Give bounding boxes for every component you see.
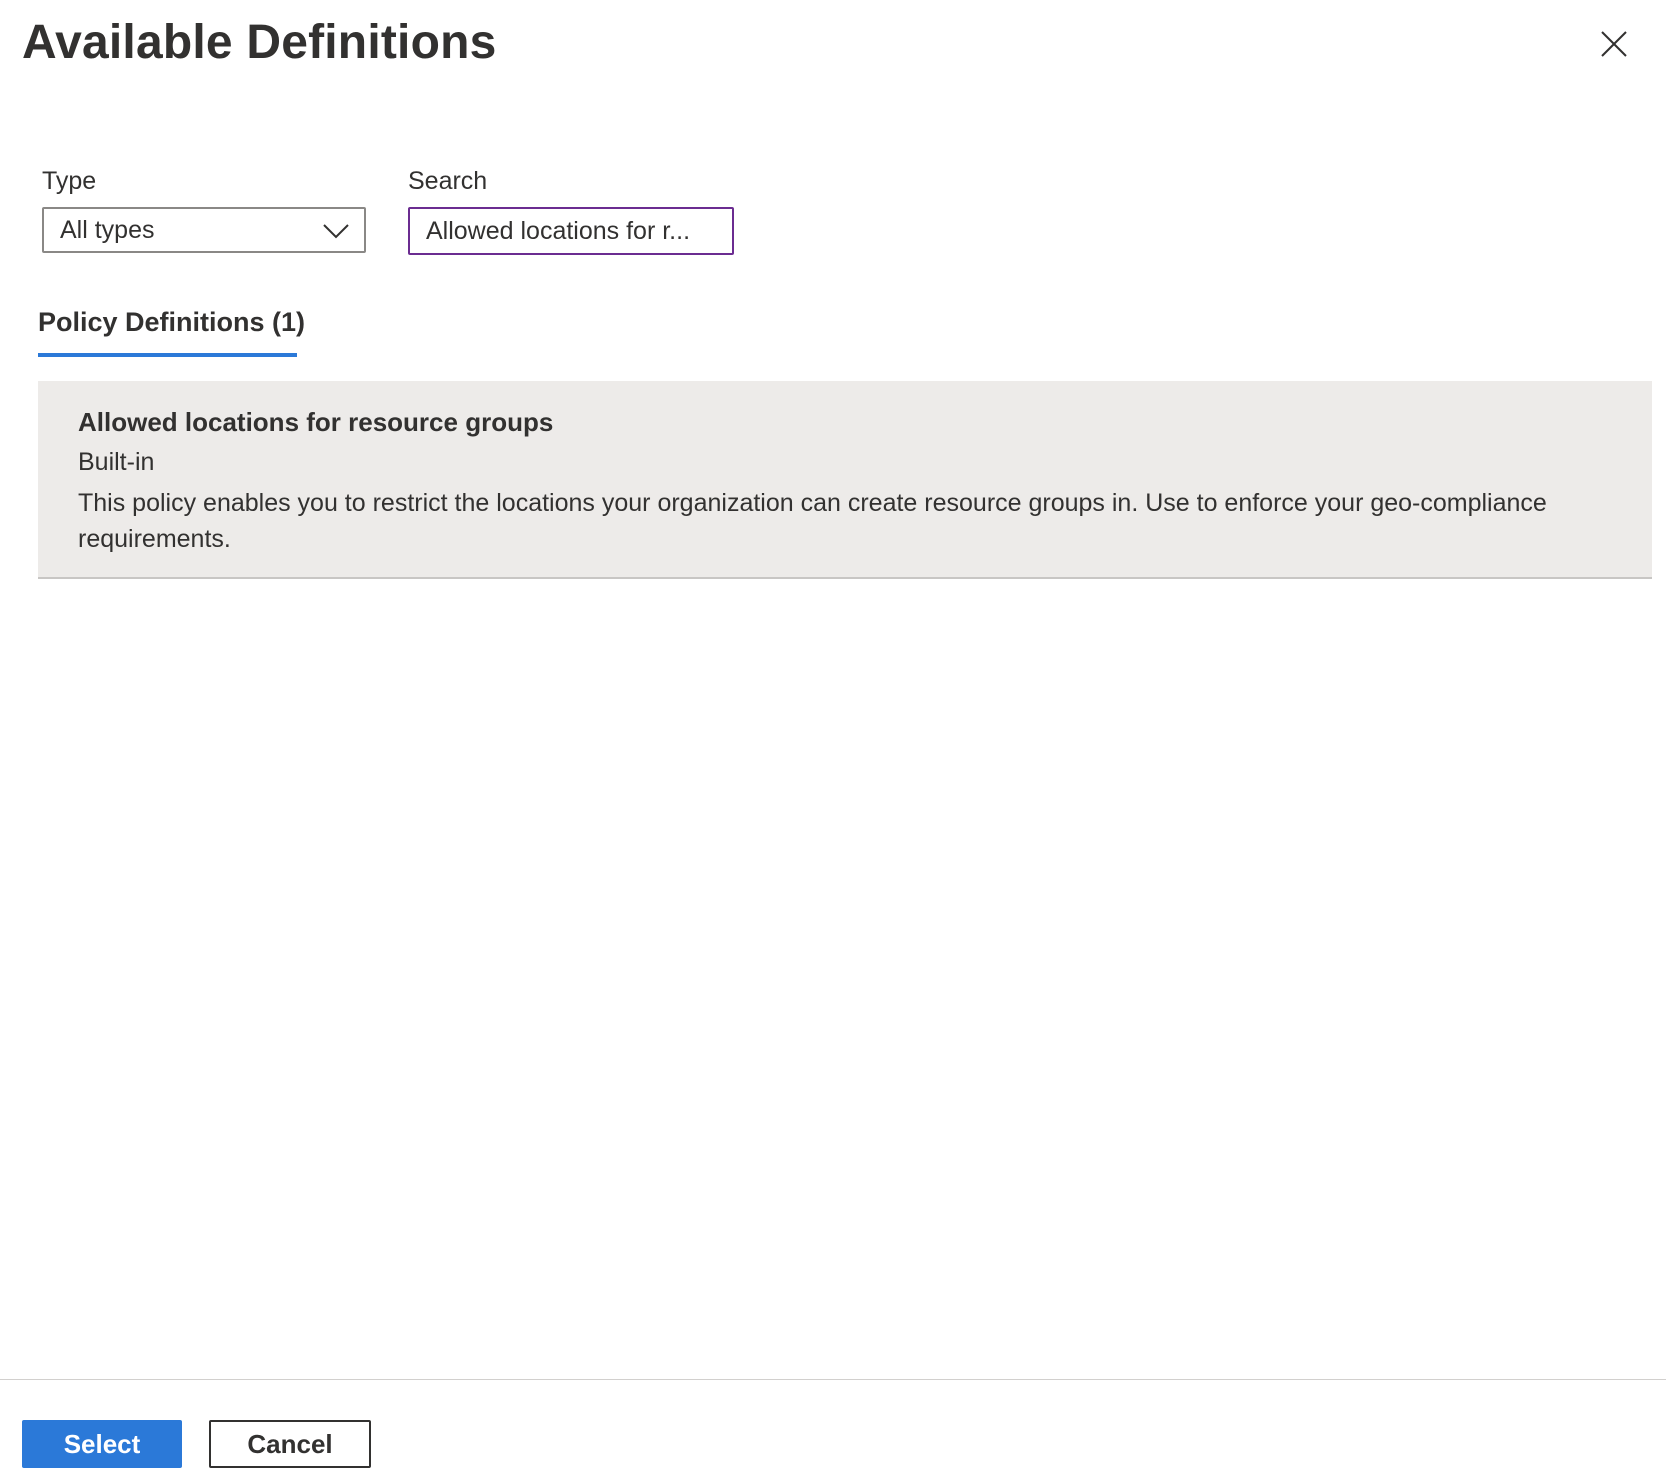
type-dropdown-value: All types bbox=[60, 215, 155, 244]
available-definitions-panel: Available Definitions Type All types Sea… bbox=[0, 0, 1666, 1480]
panel-title: Available Definitions bbox=[22, 16, 497, 69]
result-description: This policy enables you to restrict the … bbox=[78, 489, 1547, 553]
chevron-down-icon bbox=[323, 224, 349, 239]
tab-policy-definitions[interactable]: Policy Definitions (1) bbox=[38, 302, 305, 354]
footer-divider bbox=[0, 1379, 1666, 1380]
close-button[interactable] bbox=[1594, 24, 1634, 64]
tab-selected-indicator bbox=[38, 353, 297, 357]
type-dropdown[interactable]: All types bbox=[42, 207, 366, 253]
cancel-button[interactable]: Cancel bbox=[209, 1420, 371, 1468]
search-filter-label: Search bbox=[408, 167, 488, 195]
search-input[interactable] bbox=[408, 207, 734, 255]
result-item[interactable]: Allowed locations for resource groups Bu… bbox=[38, 381, 1652, 579]
close-icon bbox=[1601, 31, 1627, 57]
result-name: Allowed locations for resource groups bbox=[78, 407, 554, 437]
type-filter-label: Type bbox=[42, 167, 97, 195]
select-button[interactable]: Select bbox=[22, 1420, 182, 1468]
result-type: Built-in bbox=[78, 448, 155, 476]
